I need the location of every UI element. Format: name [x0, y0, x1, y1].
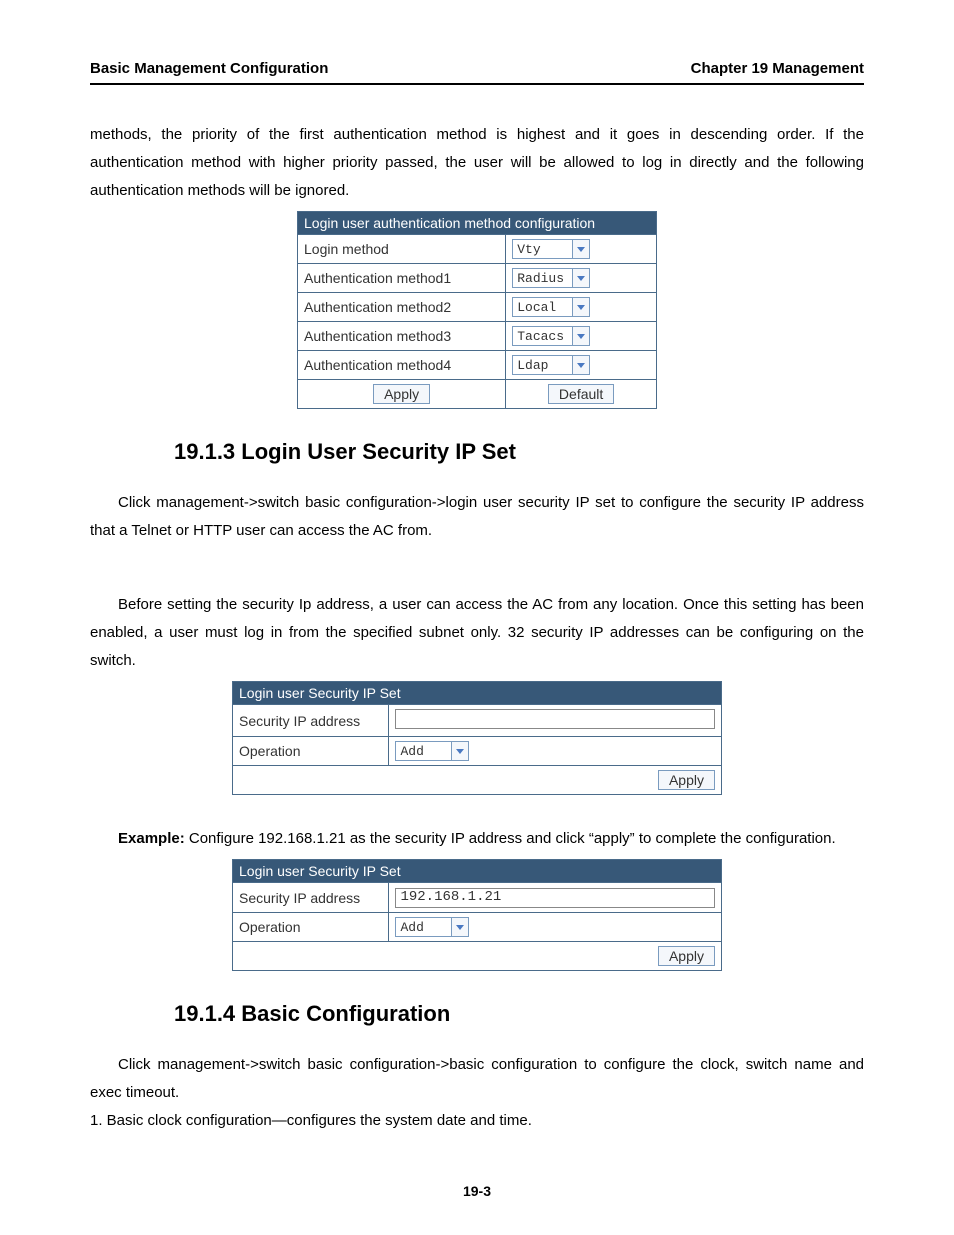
security-ip-table-filled: Login user Security IP Set Security IP a…: [232, 859, 722, 971]
header-left: Basic Management Configuration: [90, 60, 328, 77]
chevron-down-icon: [451, 742, 468, 760]
section-1914-title: 19.1.4 Basic Configuration: [174, 1001, 864, 1027]
intro-paragraph: methods, the priority of the first authe…: [90, 121, 864, 205]
apply-button[interactable]: Apply: [658, 946, 715, 966]
select-value: Vty: [513, 242, 572, 257]
auth-row-label: Authentication method4: [298, 351, 506, 380]
chevron-down-icon: [572, 240, 589, 258]
sec-1913-para2: Before setting the security Ip address, …: [90, 591, 864, 675]
auth-method4-select[interactable]: Ldap: [512, 355, 590, 375]
operation-select[interactable]: Add: [395, 917, 469, 937]
apply-button[interactable]: Apply: [373, 384, 430, 404]
auth-method1-select[interactable]: Radius: [512, 268, 590, 288]
sec-ip-title: Login user Security IP Set: [233, 860, 722, 883]
select-value: Radius: [513, 271, 572, 286]
auth-row-label: Login method: [298, 235, 506, 264]
sec-1914-para2: 1. Basic clock configuration—configures …: [90, 1107, 864, 1135]
operation-select[interactable]: Add: [395, 741, 469, 761]
auth-table-title: Login user authentication method configu…: [298, 212, 657, 235]
header-right: Chapter 19 Management: [691, 60, 864, 77]
example-rest: Configure 192.168.1.21 as the security I…: [185, 830, 836, 847]
sec-1913-para1: Click management->switch basic configura…: [90, 489, 864, 545]
chevron-down-icon: [572, 269, 589, 287]
select-value: Tacacs: [513, 329, 572, 344]
security-ip-input[interactable]: [395, 709, 715, 729]
operation-label: Operation: [233, 913, 389, 942]
login-method-select[interactable]: Vty: [512, 239, 590, 259]
sec-ip-label: Security IP address: [233, 883, 389, 913]
operation-label: Operation: [233, 737, 389, 766]
example-lead: Example:: [118, 830, 185, 847]
example-paragraph: Example: Configure 192.168.1.21 as the s…: [90, 825, 864, 853]
auth-method-table: Login user authentication method configu…: [297, 211, 657, 409]
auth-row-label: Authentication method2: [298, 293, 506, 322]
chevron-down-icon: [451, 918, 468, 936]
sec-ip-label: Security IP address: [233, 705, 389, 737]
select-value: Add: [396, 744, 451, 759]
auth-method3-select[interactable]: Tacacs: [512, 326, 590, 346]
sec-ip-title: Login user Security IP Set: [233, 682, 722, 705]
auth-row-label: Authentication method1: [298, 264, 506, 293]
auth-row-label: Authentication method3: [298, 322, 506, 351]
select-value: Add: [396, 920, 451, 935]
section-1913-title: 19.1.3 Login User Security IP Set: [174, 439, 864, 465]
select-value: Ldap: [513, 358, 572, 373]
security-ip-table-blank: Login user Security IP Set Security IP a…: [232, 681, 722, 795]
select-value: Local: [513, 300, 572, 315]
running-header: Basic Management Configuration Chapter 1…: [90, 60, 864, 85]
sec-1914-para1: Click management->switch basic configura…: [90, 1051, 864, 1107]
auth-method2-select[interactable]: Local: [512, 297, 590, 317]
chevron-down-icon: [572, 327, 589, 345]
chevron-down-icon: [572, 298, 589, 316]
security-ip-input[interactable]: 192.168.1.21: [395, 888, 715, 908]
apply-button[interactable]: Apply: [658, 770, 715, 790]
chevron-down-icon: [572, 356, 589, 374]
default-button[interactable]: Default: [548, 384, 614, 404]
page-number: 19-3: [0, 1183, 954, 1199]
